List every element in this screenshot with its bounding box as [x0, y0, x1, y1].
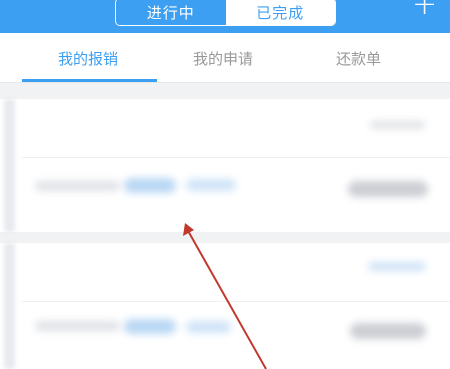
tab-my-reimbursements[interactable]: 我的报销: [58, 48, 118, 69]
blurred-tag: [186, 179, 236, 191]
blurred-tag: [124, 178, 176, 193]
blurred-status: [368, 262, 426, 271]
segment-in-progress[interactable]: 进行中: [116, 0, 226, 25]
card-divider: [22, 301, 450, 302]
blurred-tag: [124, 319, 176, 334]
tab-repayment-orders[interactable]: 还款单: [336, 48, 381, 69]
card-stripe: [4, 99, 15, 232]
blurred-tag: [186, 321, 231, 333]
tab-my-applications[interactable]: 我的申请: [193, 48, 253, 69]
list-item[interactable]: [0, 243, 450, 369]
blurred-status: [370, 121, 425, 129]
blurred-amount: [348, 181, 428, 197]
top-bar: 进行中 已完成 +: [0, 0, 450, 33]
blurred-amount: [350, 323, 426, 339]
card-divider: [22, 157, 450, 158]
status-segmented-control: 进行中 已完成: [115, 0, 336, 26]
segment-completed[interactable]: 已完成: [225, 0, 335, 25]
blurred-text: [35, 321, 120, 331]
list-item[interactable]: [0, 99, 450, 232]
card-stripe: [4, 243, 15, 369]
tab-bar: 我的报销 我的申请 还款单: [0, 33, 450, 83]
blurred-text: [35, 181, 120, 191]
active-tab-indicator: [22, 79, 157, 82]
plus-icon[interactable]: +: [412, 0, 437, 20]
